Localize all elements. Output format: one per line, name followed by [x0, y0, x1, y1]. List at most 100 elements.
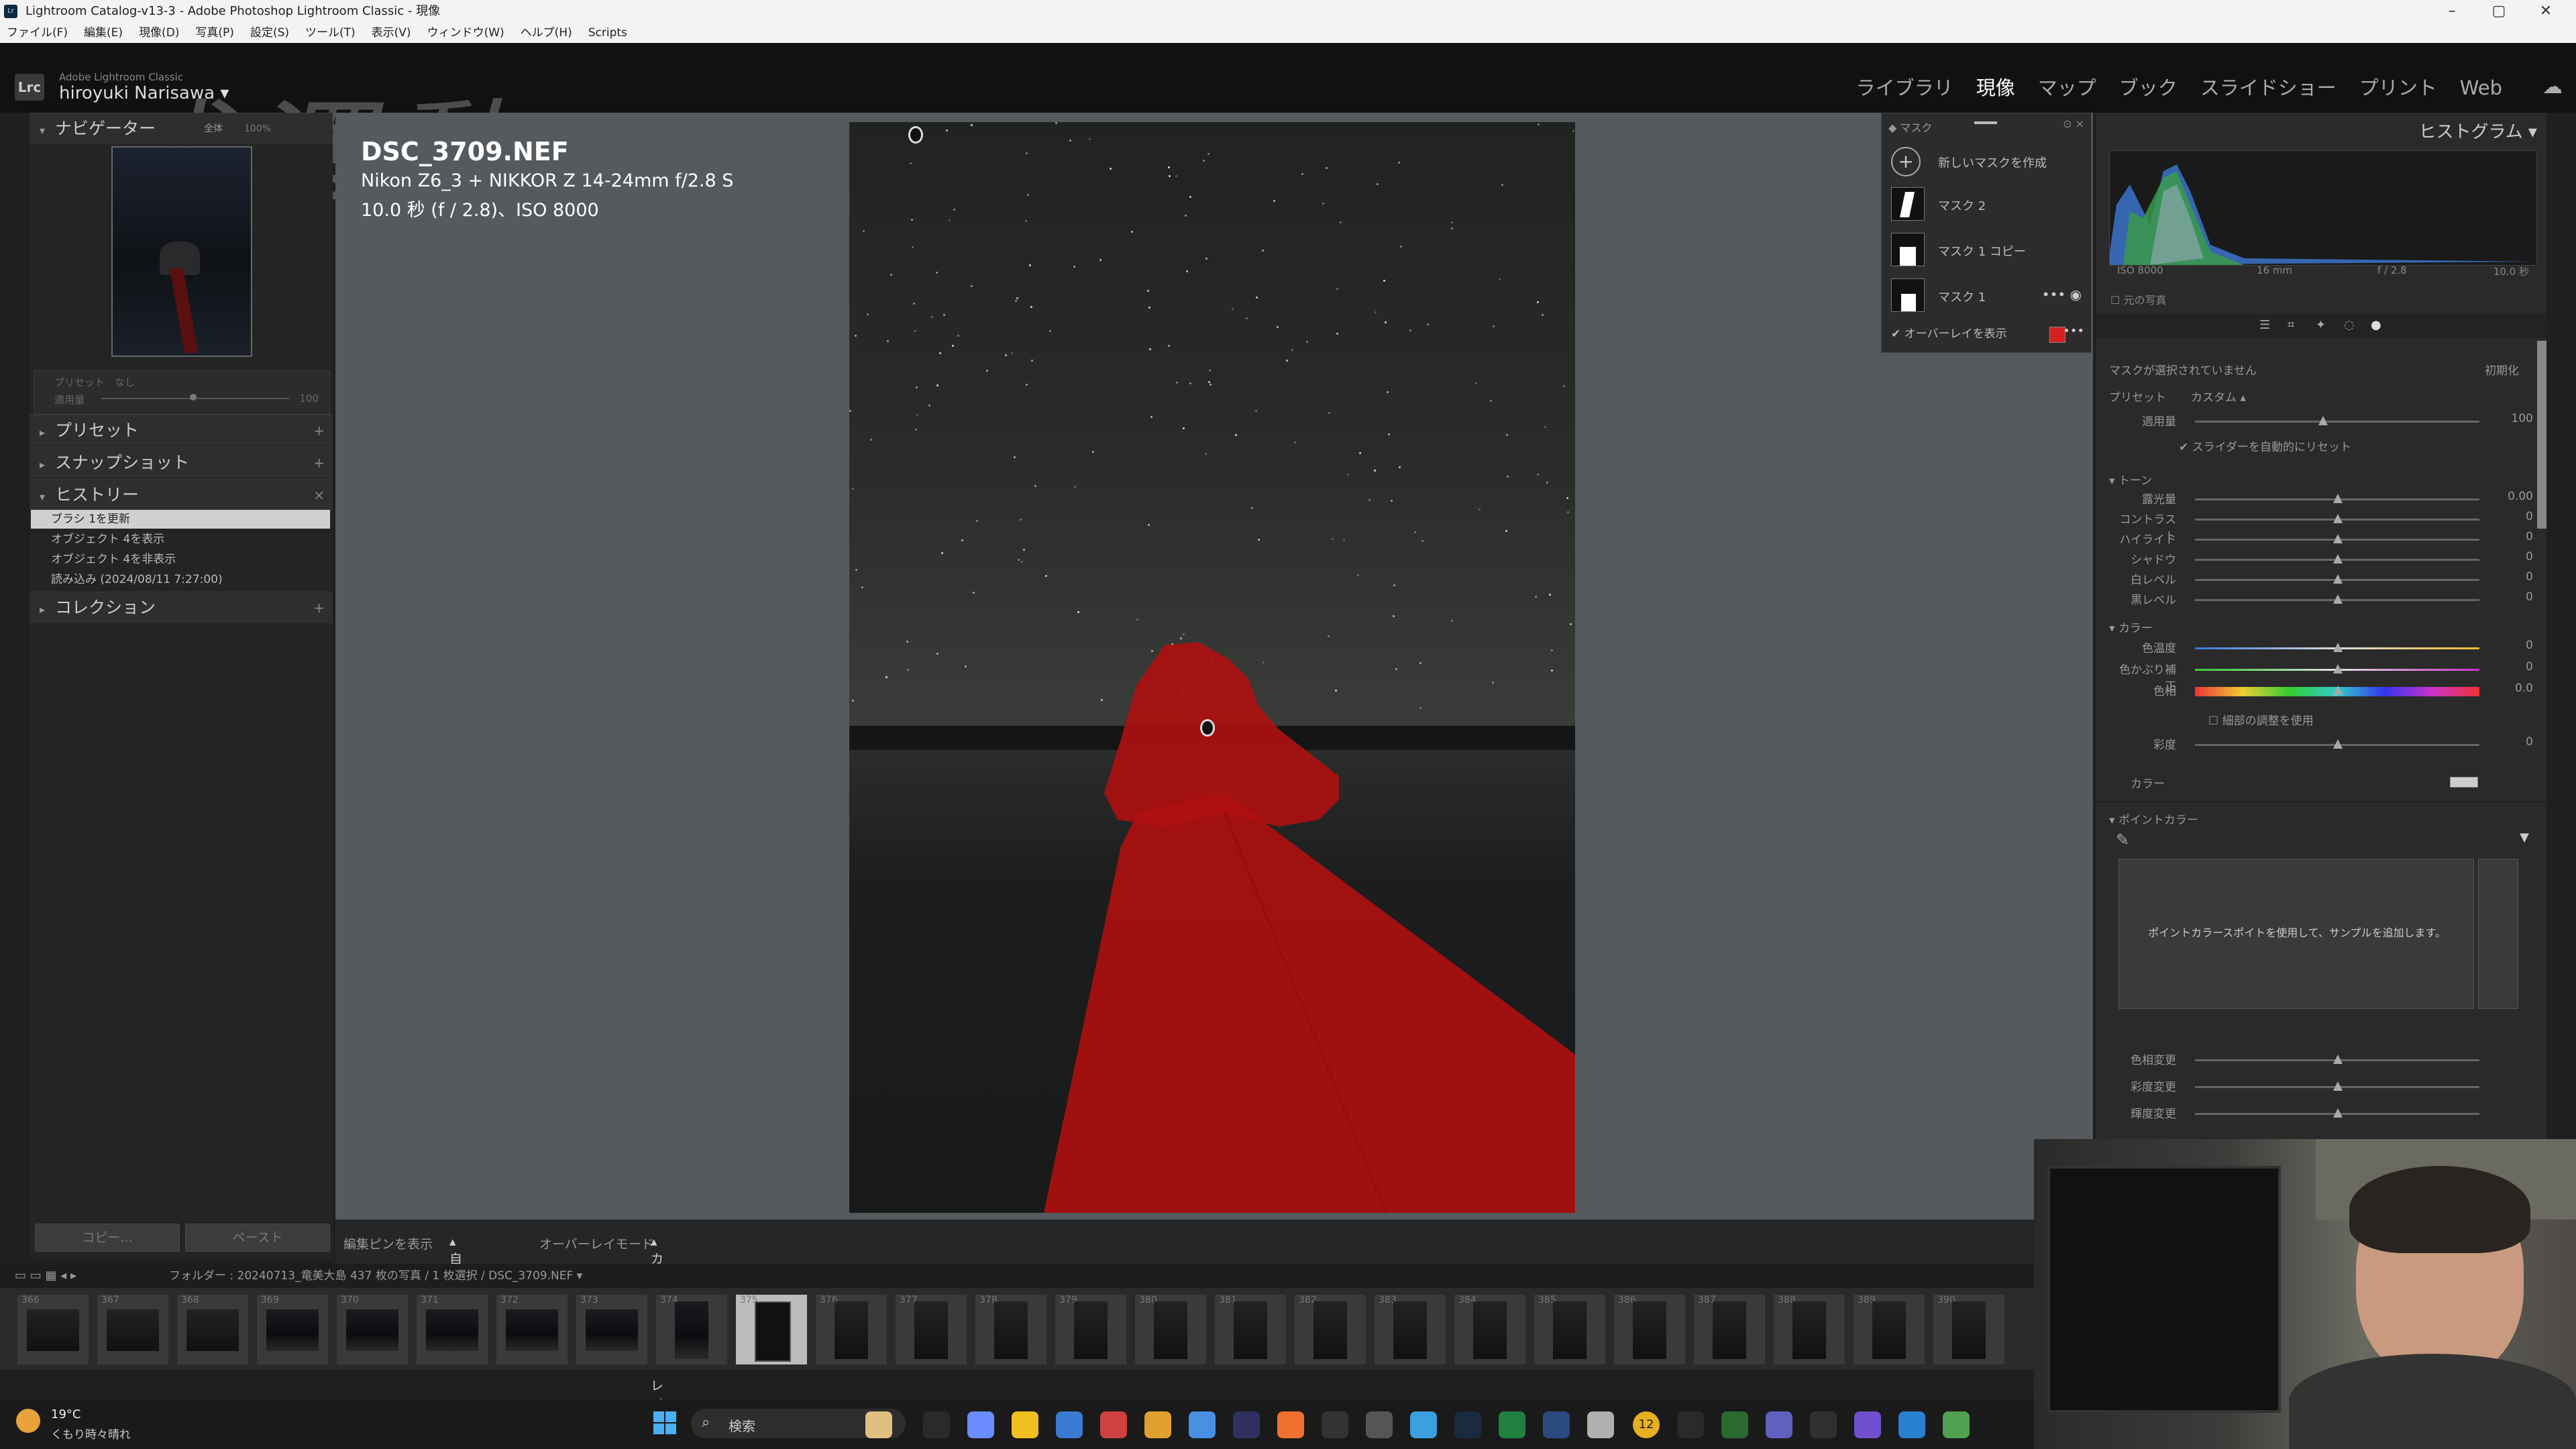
- app-icon[interactable]: [1233, 1411, 1260, 1438]
- slider-knob[interactable]: [2333, 643, 2343, 652]
- module-book[interactable]: ブック: [2119, 76, 2178, 99]
- slider-row[interactable]: ハイライト 0: [2096, 530, 2546, 550]
- slider-row[interactable]: 白レベル 0: [2096, 570, 2546, 590]
- tone-section-header[interactable]: ▾ トーン: [2109, 471, 2152, 488]
- filmstrip-path[interactable]: フォルダー : 20240713_竜美大島 437 枚の写真 / 1 枚選択 /…: [169, 1264, 582, 1288]
- point-color-menu-icon[interactable]: ▼: [2520, 830, 2529, 845]
- collections-header[interactable]: ▸ コレクション +: [30, 592, 333, 623]
- widgets-icon[interactable]: [865, 1411, 892, 1438]
- photoshop-icon[interactable]: [1499, 1411, 1525, 1438]
- minimize-button[interactable]: –: [2428, 0, 2475, 23]
- point-color-header[interactable]: ▾ ポイントカラー: [2109, 810, 2198, 827]
- amount-slider[interactable]: 適用量 100: [2096, 412, 2546, 432]
- presets-header[interactable]: ▸ プリセット +: [30, 415, 333, 446]
- slider-knob[interactable]: [2333, 1055, 2343, 1064]
- filmstrip-thumbnail[interactable]: 389: [1854, 1295, 1925, 1364]
- overlay-options-icon[interactable]: •••: [2063, 324, 2084, 338]
- slider-row[interactable]: 黒レベル 0: [2096, 590, 2546, 610]
- module-slideshow[interactable]: スライドショー: [2200, 76, 2337, 99]
- slider-knob[interactable]: [2333, 494, 2343, 503]
- filmstrip-thumbnail[interactable]: 378: [975, 1295, 1046, 1364]
- menu-file[interactable]: ファイル(F): [7, 23, 68, 43]
- photo-preview[interactable]: [849, 122, 1575, 1213]
- history-item[interactable]: 読み込み (2024/08/11 7:27:00): [31, 570, 330, 589]
- slider-row[interactable]: 色相変更: [2096, 1051, 2546, 1071]
- mask-item-selected[interactable]: マスク 1 ••• ◉: [1882, 274, 2091, 316]
- weather-icon[interactable]: [16, 1409, 40, 1433]
- slider-knob[interactable]: [2333, 534, 2343, 543]
- menu-settings[interactable]: 設定(S): [250, 23, 289, 43]
- filmstrip-thumbnail[interactable]: 382: [1295, 1295, 1366, 1364]
- slider-row[interactable]: 輝度変更: [2096, 1104, 2546, 1124]
- filmstrip-thumbnail[interactable]: 381: [1215, 1295, 1286, 1364]
- original-photo-toggle[interactable]: ☐ 元の写真: [2110, 291, 2166, 307]
- module-develop[interactable]: 現像: [1976, 76, 2015, 99]
- mask-panel-controls[interactable]: ⊙ ×: [2063, 117, 2084, 130]
- eyedropper-icon[interactable]: ✎: [2116, 830, 2129, 849]
- module-map[interactable]: マップ: [2038, 76, 2096, 99]
- saturation-slider[interactable]: 彩度 0: [2096, 735, 2546, 755]
- masking-icon[interactable]: ●: [2371, 318, 2381, 332]
- slider-knob[interactable]: [2333, 574, 2343, 584]
- slider-row[interactable]: 色かぶり補正 0: [2096, 660, 2546, 694]
- app-icon[interactable]: [1322, 1411, 1348, 1438]
- app-icon[interactable]: [1721, 1411, 1748, 1438]
- history-header[interactable]: ▾ ヒストリー ×: [30, 479, 333, 511]
- filmstrip-thumbnail[interactable]: 369: [257, 1295, 328, 1364]
- filmstrip-thumbnail[interactable]: 376: [816, 1295, 887, 1364]
- menu-view[interactable]: 表示(V): [372, 23, 411, 43]
- filmstrip-thumbnail[interactable]: 383: [1375, 1295, 1446, 1364]
- slider-row[interactable]: 色温度 0: [2096, 639, 2546, 659]
- app-icon[interactable]: [1366, 1411, 1393, 1438]
- app-icon[interactable]: [1810, 1411, 1837, 1438]
- point-color-strip[interactable]: [2478, 859, 2518, 1009]
- store-icon[interactable]: [1056, 1411, 1083, 1438]
- navigator-header[interactable]: ▾プリセットナビゲーター全体100%: [30, 113, 333, 144]
- amount-slider-knob[interactable]: [190, 394, 197, 400]
- slider-knob[interactable]: [2333, 594, 2343, 604]
- filmstrip-thumbnail[interactable]: 385: [1534, 1295, 1605, 1364]
- app-icon[interactable]: [1898, 1411, 1925, 1438]
- initialize-button[interactable]: 初期化: [2485, 361, 2519, 378]
- history-item[interactable]: オブジェクト 4を非表示: [31, 550, 330, 569]
- menu-help[interactable]: ヘルプ(H): [521, 23, 572, 43]
- copy-button[interactable]: コピー...: [35, 1224, 180, 1252]
- mask-item[interactable]: マスク 1 コピー: [1882, 229, 2091, 270]
- menu-scripts[interactable]: Scripts: [588, 23, 627, 43]
- mask-pin[interactable]: [908, 126, 923, 144]
- show-pins-label[interactable]: 編集ピンを表示: [343, 1234, 433, 1252]
- mask-pin[interactable]: [1200, 719, 1215, 737]
- point-color-samples[interactable]: ポイントカラースポイトを使用して、サンプルを追加します。: [2118, 859, 2474, 1009]
- auto-dropdown[interactable]: 自動 ▴: [449, 1234, 462, 1285]
- windows-start-icon[interactable]: [653, 1411, 678, 1436]
- mask-item[interactable]: マスク 2: [1882, 183, 2091, 225]
- slider-knob[interactable]: [2333, 1081, 2343, 1091]
- filmstrip-thumbnail[interactable]: 366: [17, 1295, 89, 1364]
- filmstrip-thumbnail[interactable]: 368: [177, 1295, 248, 1364]
- filmstrip-thumbnail[interactable]: 388: [1774, 1295, 1845, 1364]
- slider-knob[interactable]: [2333, 686, 2343, 695]
- menu-window[interactable]: ウィンドウ(W): [427, 23, 504, 43]
- menu-develop[interactable]: 現像(D): [139, 23, 179, 43]
- filmstrip-thumbnail[interactable]: 379: [1055, 1295, 1126, 1364]
- explorer-icon[interactable]: [1012, 1411, 1038, 1438]
- menu-edit[interactable]: 編集(E): [84, 23, 123, 43]
- filmstrip-thumbnail[interactable]: 367: [97, 1295, 168, 1364]
- snapshots-header[interactable]: ▸ スナップショット +: [30, 447, 333, 478]
- cloud-icon[interactable]: ☁: [2542, 75, 2563, 99]
- filmstrip-thumbnail[interactable]: 377: [896, 1295, 967, 1364]
- discord-icon[interactable]: [1854, 1411, 1881, 1438]
- filmstrip-thumbnail[interactable]: 370: [337, 1295, 408, 1364]
- auto-reset-checkbox[interactable]: ✔ スライダーを自動的にリセット: [2179, 437, 2351, 454]
- photos-icon[interactable]: [1100, 1411, 1127, 1438]
- app-icon[interactable]: [1189, 1411, 1216, 1438]
- preset-dropdown[interactable]: カスタム ▴: [2191, 388, 2246, 405]
- notification-badge[interactable]: 12: [1633, 1411, 1660, 1438]
- slider-row[interactable]: 彩度変更: [2096, 1077, 2546, 1097]
- filmstrip-thumbnail[interactable]: 372: [496, 1295, 568, 1364]
- maximize-button[interactable]: ▢: [2475, 0, 2522, 23]
- app-icon[interactable]: [1587, 1411, 1614, 1438]
- histogram-header[interactable]: ヒストグラム ▾: [2418, 118, 2537, 143]
- crop-icon[interactable]: ⌗: [2288, 318, 2294, 332]
- menu-photo[interactable]: 写真(P): [195, 23, 234, 43]
